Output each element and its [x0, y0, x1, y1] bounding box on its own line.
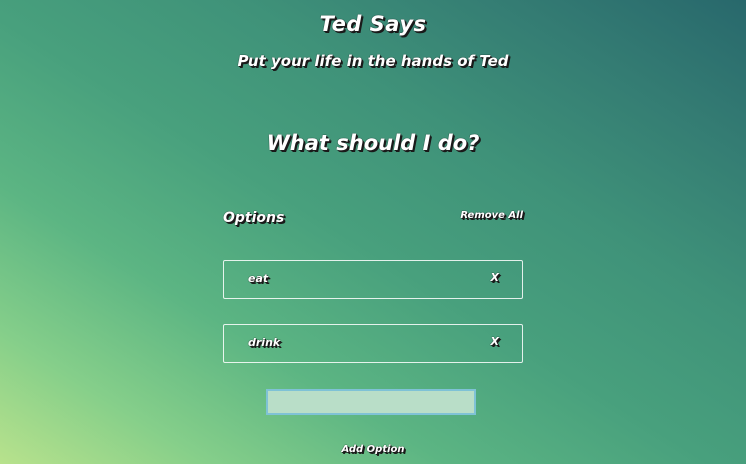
- add-option-button[interactable]: Add Option: [313, 444, 433, 455]
- option-text: drink: [248, 336, 281, 349]
- remove-all-button[interactable]: Remove All: [460, 210, 523, 221]
- options-header: Options Remove All: [223, 210, 523, 230]
- remove-option-button[interactable]: X: [491, 335, 499, 348]
- app-subtitle: Put your life in the hands of Ted: [237, 52, 509, 70]
- options-heading: Options: [223, 210, 285, 226]
- option-text: eat: [248, 272, 269, 285]
- option-item: drink X: [223, 324, 523, 363]
- option-item: eat X: [223, 260, 523, 299]
- remove-option-button[interactable]: X: [491, 271, 499, 284]
- app-title: Ted Says: [319, 12, 427, 36]
- new-option-input[interactable]: [266, 389, 476, 415]
- what-should-i-do-button[interactable]: What should I do?: [223, 131, 523, 155]
